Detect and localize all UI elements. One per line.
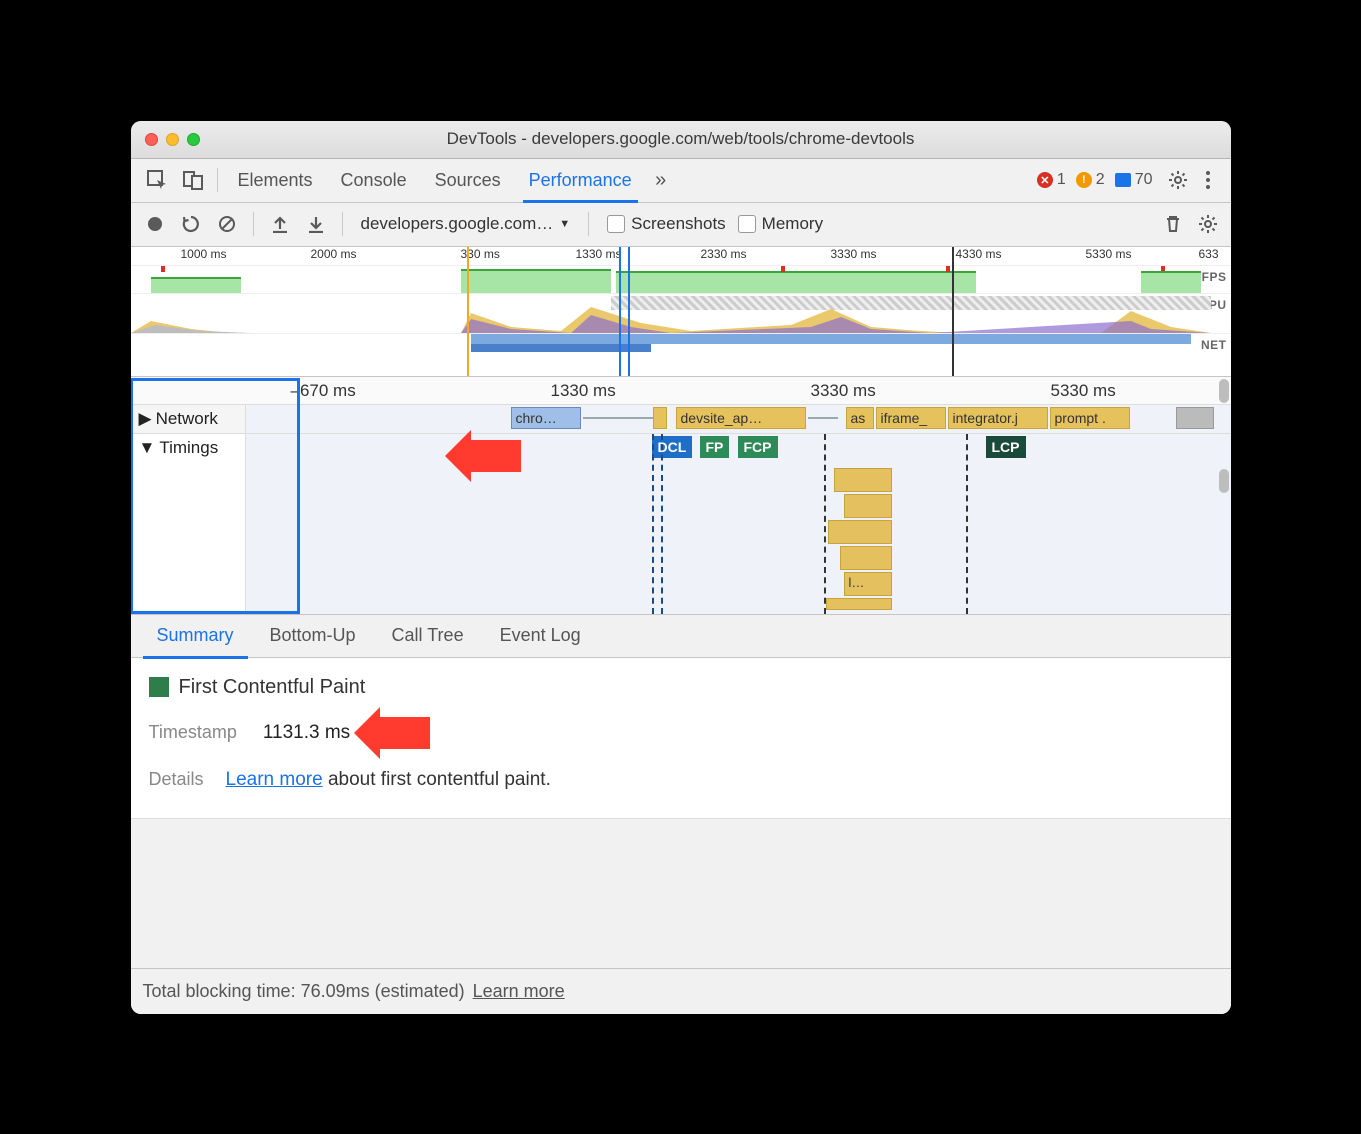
fcp-badge[interactable]: FCP (738, 436, 778, 458)
timestamp-label: Timestamp (149, 722, 237, 743)
network-item[interactable]: chro… (511, 407, 581, 429)
overview-pane[interactable]: 1000 ms 2000 ms 330 ms 1330 ms 2330 ms 3… (131, 247, 1231, 377)
network-item[interactable]: as (846, 407, 874, 429)
capture-settings-icon[interactable] (1193, 209, 1223, 239)
tabs-overflow-button[interactable]: » (646, 169, 676, 192)
network-track-body[interactable]: chro… devsite_ap… as iframe_ integrator.… (246, 405, 1231, 433)
reload-record-button[interactable] (175, 208, 207, 240)
fp-badge[interactable]: FP (700, 436, 730, 458)
info-count: 70 (1135, 171, 1153, 189)
titlebar: DevTools - developers.google.com/web/too… (131, 121, 1231, 159)
checkbox-icon (738, 215, 756, 233)
timings-track-body[interactable]: DCL FP FCP LCP l… (246, 434, 1231, 614)
color-swatch (149, 677, 169, 697)
overview-ruler: 1000 ms 2000 ms 330 ms 1330 ms 2330 ms 3… (131, 247, 1231, 265)
status-bar: Total blocking time: 76.09ms (estimated)… (131, 968, 1231, 1014)
trash-icon[interactable] (1157, 208, 1189, 240)
event-title: First Contentful Paint (179, 676, 366, 699)
scrollbar-thumb[interactable] (1219, 469, 1229, 493)
maximize-window-button[interactable] (187, 133, 200, 146)
cpu-track: CPU (131, 293, 1231, 333)
fps-track: FPS (131, 265, 1231, 293)
tracks-ruler: –670 ms 1330 ms 3330 ms 5330 ms (131, 377, 1231, 405)
divider (253, 212, 254, 236)
blocking-time-text: Total blocking time: 76.09ms (estimated) (143, 981, 465, 1002)
annotation-arrow (380, 717, 430, 749)
network-item[interactable]: integrator.j (948, 407, 1048, 429)
recording-select-label: developers.google.com… (361, 214, 554, 234)
devtools-tabstrip: Elements Console Sources Performance » ✕… (131, 159, 1231, 203)
task-block[interactable]: l… (844, 572, 892, 596)
minimize-window-button[interactable] (166, 133, 179, 146)
performance-toolbar: developers.google.com… ▼ Screenshots Mem… (131, 203, 1231, 247)
flame-chart-area[interactable]: –670 ms 1330 ms 3330 ms 5330 ms ▶Network… (131, 377, 1231, 614)
task-block[interactable] (828, 520, 892, 544)
divider (342, 212, 343, 236)
tab-summary[interactable]: Summary (139, 614, 252, 658)
tab-console[interactable]: Console (327, 158, 421, 202)
network-track-row: ▶Network chro… devsite_ap… as iframe_ in… (131, 405, 1231, 434)
upload-icon[interactable] (264, 208, 296, 240)
task-block[interactable] (834, 468, 892, 492)
details-label: Details (149, 769, 204, 791)
network-item[interactable]: iframe_ (876, 407, 946, 429)
warning-count: 2 (1096, 171, 1105, 189)
recording-select[interactable]: developers.google.com… ▼ (353, 214, 579, 234)
inspect-icon[interactable] (141, 164, 173, 196)
close-window-button[interactable] (145, 133, 158, 146)
download-icon[interactable] (300, 208, 332, 240)
info-icon (1115, 173, 1131, 187)
tab-call-tree[interactable]: Call Tree (374, 614, 482, 658)
task-block[interactable] (840, 546, 892, 570)
tab-sources[interactable]: Sources (421, 158, 515, 202)
divider (588, 212, 589, 236)
learn-more-link[interactable]: Learn more (226, 769, 323, 790)
tab-event-log[interactable]: Event Log (482, 614, 599, 658)
scrollbar-thumb[interactable] (1219, 379, 1229, 403)
tab-bottom-up[interactable]: Bottom-Up (252, 614, 374, 658)
collapse-icon: ▶ (139, 409, 152, 429)
chevron-down-icon: ▼ (559, 218, 570, 230)
divider (217, 168, 218, 192)
tab-elements[interactable]: Elements (224, 158, 327, 202)
empty-area (131, 818, 1231, 968)
collapse-icon: ▼ (139, 438, 156, 458)
learn-more-link[interactable]: Learn more (473, 981, 565, 1002)
tab-performance[interactable]: Performance (515, 158, 646, 202)
lcp-badge[interactable]: LCP (986, 436, 1026, 458)
task-block[interactable] (844, 494, 892, 518)
network-item[interactable]: prompt . (1050, 407, 1130, 429)
memory-checkbox[interactable]: Memory (738, 214, 823, 234)
screenshots-checkbox[interactable]: Screenshots (607, 214, 726, 234)
record-button[interactable] (139, 208, 171, 240)
device-toggle-icon[interactable] (177, 164, 209, 196)
error-count: 1 (1057, 171, 1066, 189)
network-item[interactable]: devsite_ap… (676, 407, 806, 429)
timestamp-value: 1131.3 ms (263, 722, 350, 744)
traffic-lights (145, 133, 200, 146)
details-tabstrip: Summary Bottom-Up Call Tree Event Log (131, 614, 1231, 658)
summary-panel: First Contentful Paint Timestamp 1131.3 … (131, 658, 1231, 818)
kebab-menu-icon[interactable] (1193, 165, 1223, 195)
task-block[interactable] (826, 598, 892, 610)
details-text: Learn more about first contentful paint. (226, 769, 551, 791)
window-title: DevTools - developers.google.com/web/too… (447, 129, 915, 149)
net-track: NET (131, 333, 1231, 355)
timings-track-row: ▼Timings DCL FP FCP LCP l… (131, 434, 1231, 614)
dcl-badge[interactable]: DCL (652, 436, 693, 458)
network-item[interactable] (653, 407, 667, 429)
error-icon: ✕ (1037, 172, 1053, 188)
devtools-window: DevTools - developers.google.com/web/too… (131, 121, 1231, 1014)
network-item[interactable] (1176, 407, 1214, 429)
warning-icon: ! (1076, 172, 1092, 188)
network-track-label[interactable]: ▶Network (131, 405, 246, 433)
clear-button[interactable] (211, 208, 243, 240)
timings-track-label[interactable]: ▼Timings (131, 434, 246, 614)
console-badges[interactable]: ✕1 !2 70 (1037, 171, 1159, 189)
checkbox-icon (607, 215, 625, 233)
annotation-arrow (471, 440, 521, 472)
settings-icon[interactable] (1163, 165, 1193, 195)
